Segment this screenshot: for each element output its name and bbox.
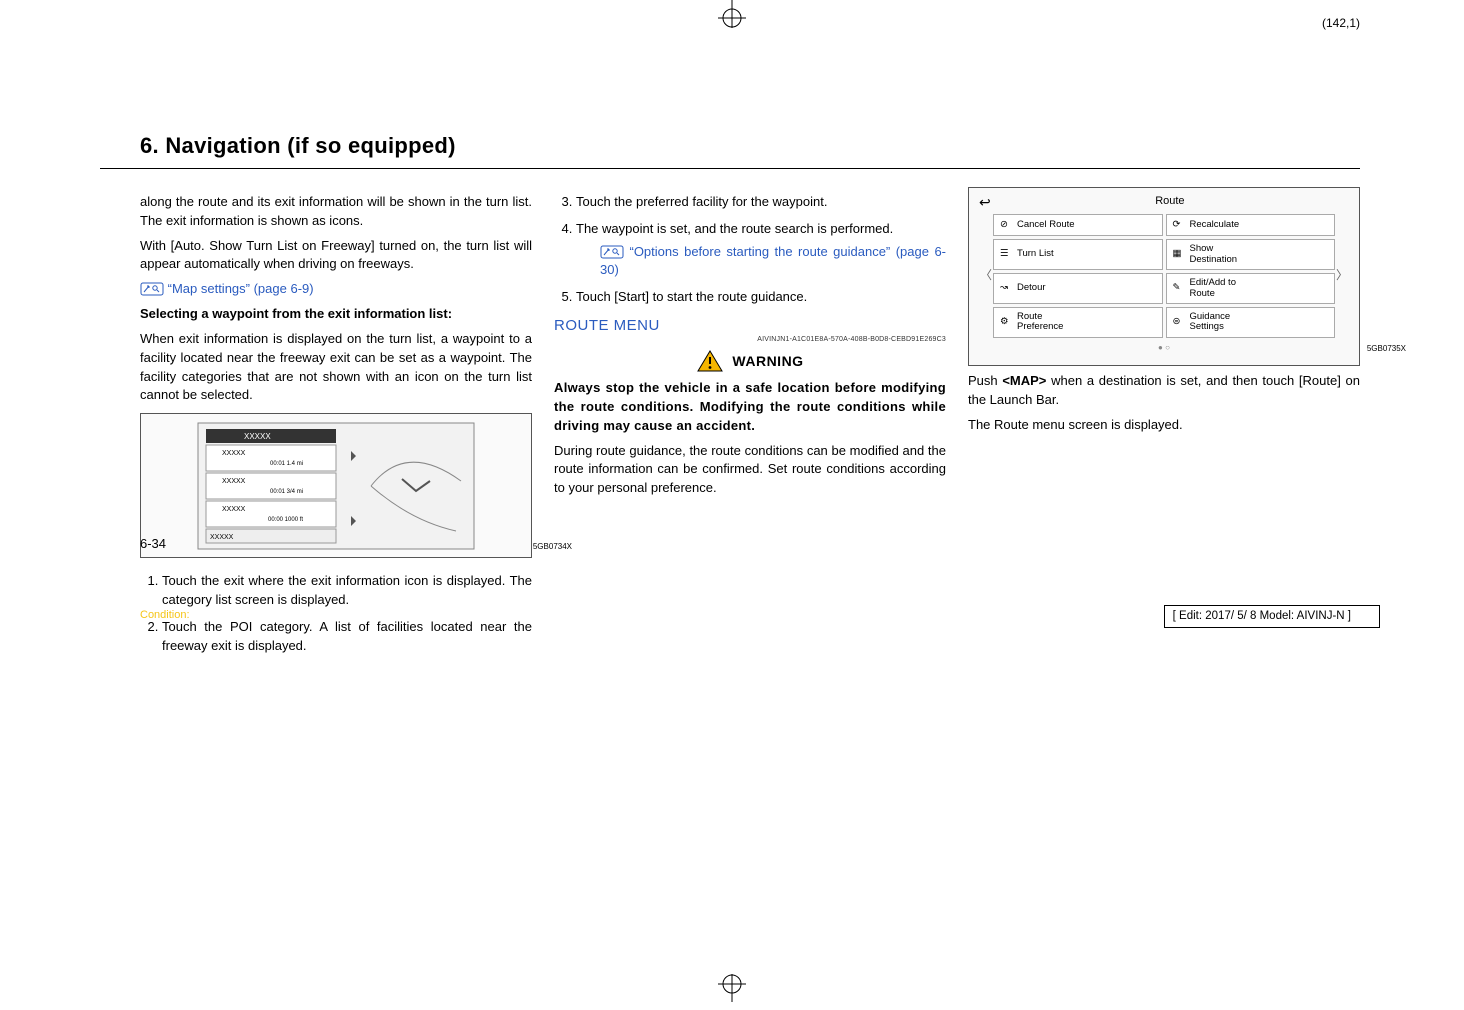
warning-title: WARNING [732, 351, 803, 371]
svg-text:XXXXX: XXXXX [222, 506, 246, 513]
turn-list-icon: ☰ [1000, 249, 1012, 259]
page-indicator: (142,1) [1322, 15, 1360, 32]
route-menu-grid: ⊘Cancel Route ⟳Recalculate ☰Turn List ▦S… [993, 214, 1335, 338]
col1-para-1: along the route and its exit information… [140, 193, 532, 231]
map-button-ref: <MAP> [1002, 373, 1046, 388]
map-settings-link[interactable]: “Map settings” (page 6-9) [140, 280, 532, 299]
col2-para-after: During route guidance, the route conditi… [554, 442, 946, 499]
chevron-left-icon: 〈 [979, 214, 993, 338]
column-2: Touch the preferred facility for the way… [554, 187, 946, 664]
menu-cancel-route: ⊘Cancel Route [993, 214, 1163, 236]
guidance-icon: ⊜ [1173, 317, 1185, 327]
route-menu-title: Route [991, 194, 1349, 210]
route-menu-heading: ROUTE MENU [554, 315, 946, 337]
col2-step-4-text: The waypoint is set, and the route searc… [576, 221, 893, 236]
figure-1-label: 5GB0734X [533, 541, 572, 553]
col2-step-5: Touch [Start] to start the route guidanc… [576, 288, 946, 307]
figure-route-menu: ↩ Route 〈 ⊘Cancel Route ⟳Recalculate ☰Tu… [968, 187, 1360, 367]
map-settings-link-text: “Map settings” (page 6-9) [168, 281, 314, 296]
refresh-icon: ⟳ [1173, 220, 1185, 230]
condition-label: Condition: [140, 608, 190, 624]
menu-turn-list: ☰Turn List [993, 239, 1163, 270]
svg-text:XXXXX: XXXXX [222, 450, 246, 457]
col1-para-2: With [Auto. Show Turn List on Freeway] t… [140, 237, 532, 275]
col2-step-3: Touch the preferred facility for the way… [576, 193, 946, 212]
svg-text:00:01 1.4 mi: 00:01 1.4 mi [270, 461, 303, 467]
column-3: ↩ Route 〈 ⊘Cancel Route ⟳Recalculate ☰Tu… [968, 187, 1360, 664]
col2-steps: Touch the preferred facility for the way… [554, 193, 946, 307]
svg-text:00:01 3/4 mi: 00:01 3/4 mi [270, 489, 303, 495]
menu-detour: ↝Detour [993, 273, 1163, 304]
section-heading: 6. Navigation (if so equipped) [140, 130, 1360, 162]
svg-text:00:00 1000 ft: 00:00 1000 ft [268, 517, 303, 523]
svg-text:XXXXX: XXXXX [222, 478, 246, 485]
warning-icon [696, 349, 724, 373]
menu-recalculate: ⟳Recalculate [1166, 214, 1336, 236]
gear-icon: ⚙ [1000, 317, 1012, 327]
menu-guidance-settings: ⊜Guidance Settings [1166, 307, 1336, 338]
col1-subheading: Selecting a waypoint from the exit infor… [140, 305, 532, 324]
warning-header: WARNING [554, 349, 946, 373]
turn-list-illustration: XXXXX XXXXX 00:01 1.4 mi XXXXX 00:01 3/4… [196, 421, 476, 551]
col1-para-3: When exit information is displayed on th… [140, 330, 532, 405]
col3-p1-a: Push [968, 373, 1002, 388]
menu-route-preference: ⚙Route Preference [993, 307, 1163, 338]
column-1: along the route and its exit information… [140, 187, 532, 664]
reference-icon [600, 245, 624, 259]
reference-icon [140, 282, 164, 296]
detour-icon: ↝ [1000, 283, 1012, 293]
crop-mark-bottom [712, 962, 752, 1002]
options-link[interactable]: “Options before starting the route guida… [600, 243, 946, 281]
pager-dots: ● ○ [979, 342, 1349, 354]
crop-mark-left [0, 485, 4, 525]
col2-step-4: The waypoint is set, and the route searc… [576, 220, 946, 281]
col1-steps: Touch the exit where the exit informatio… [140, 572, 532, 655]
figure-2-label: 5GB0735X [1367, 343, 1406, 355]
destination-icon: ▦ [1173, 249, 1185, 259]
menu-edit-route: ✎Edit/Add to Route [1166, 273, 1336, 304]
chevron-right-icon: 〉 [1335, 214, 1349, 338]
col3-para-1: Push <MAP> when a destination is set, an… [968, 372, 1360, 410]
menu-show-destination: ▦Show Destination [1166, 239, 1336, 270]
col1-step-2: Touch the POI category. A list of facili… [162, 618, 532, 656]
options-link-text: “Options before starting the route guida… [600, 244, 946, 278]
warning-body: Always stop the vehicle in a safe locati… [554, 379, 946, 436]
edit-icon: ✎ [1173, 283, 1185, 293]
svg-text:XXXXX: XXXXX [244, 432, 271, 441]
footer-page-number: 6-34 [140, 535, 166, 554]
figure-turn-list: XXXXX XXXXX 00:01 1.4 mi XXXXX 00:01 3/4… [140, 413, 532, 558]
back-icon: ↩ [979, 192, 991, 212]
col1-step-1: Touch the exit where the exit informatio… [162, 572, 532, 610]
edit-info-box: [ Edit: 2017/ 5/ 8 Model: AIVINJ-N ] [1164, 605, 1380, 628]
heading-rule [100, 168, 1360, 169]
cancel-icon: ⊘ [1000, 220, 1012, 230]
col3-para-2: The Route menu screen is displayed. [968, 416, 1360, 435]
svg-text:XXXXX: XXXXX [210, 534, 234, 541]
